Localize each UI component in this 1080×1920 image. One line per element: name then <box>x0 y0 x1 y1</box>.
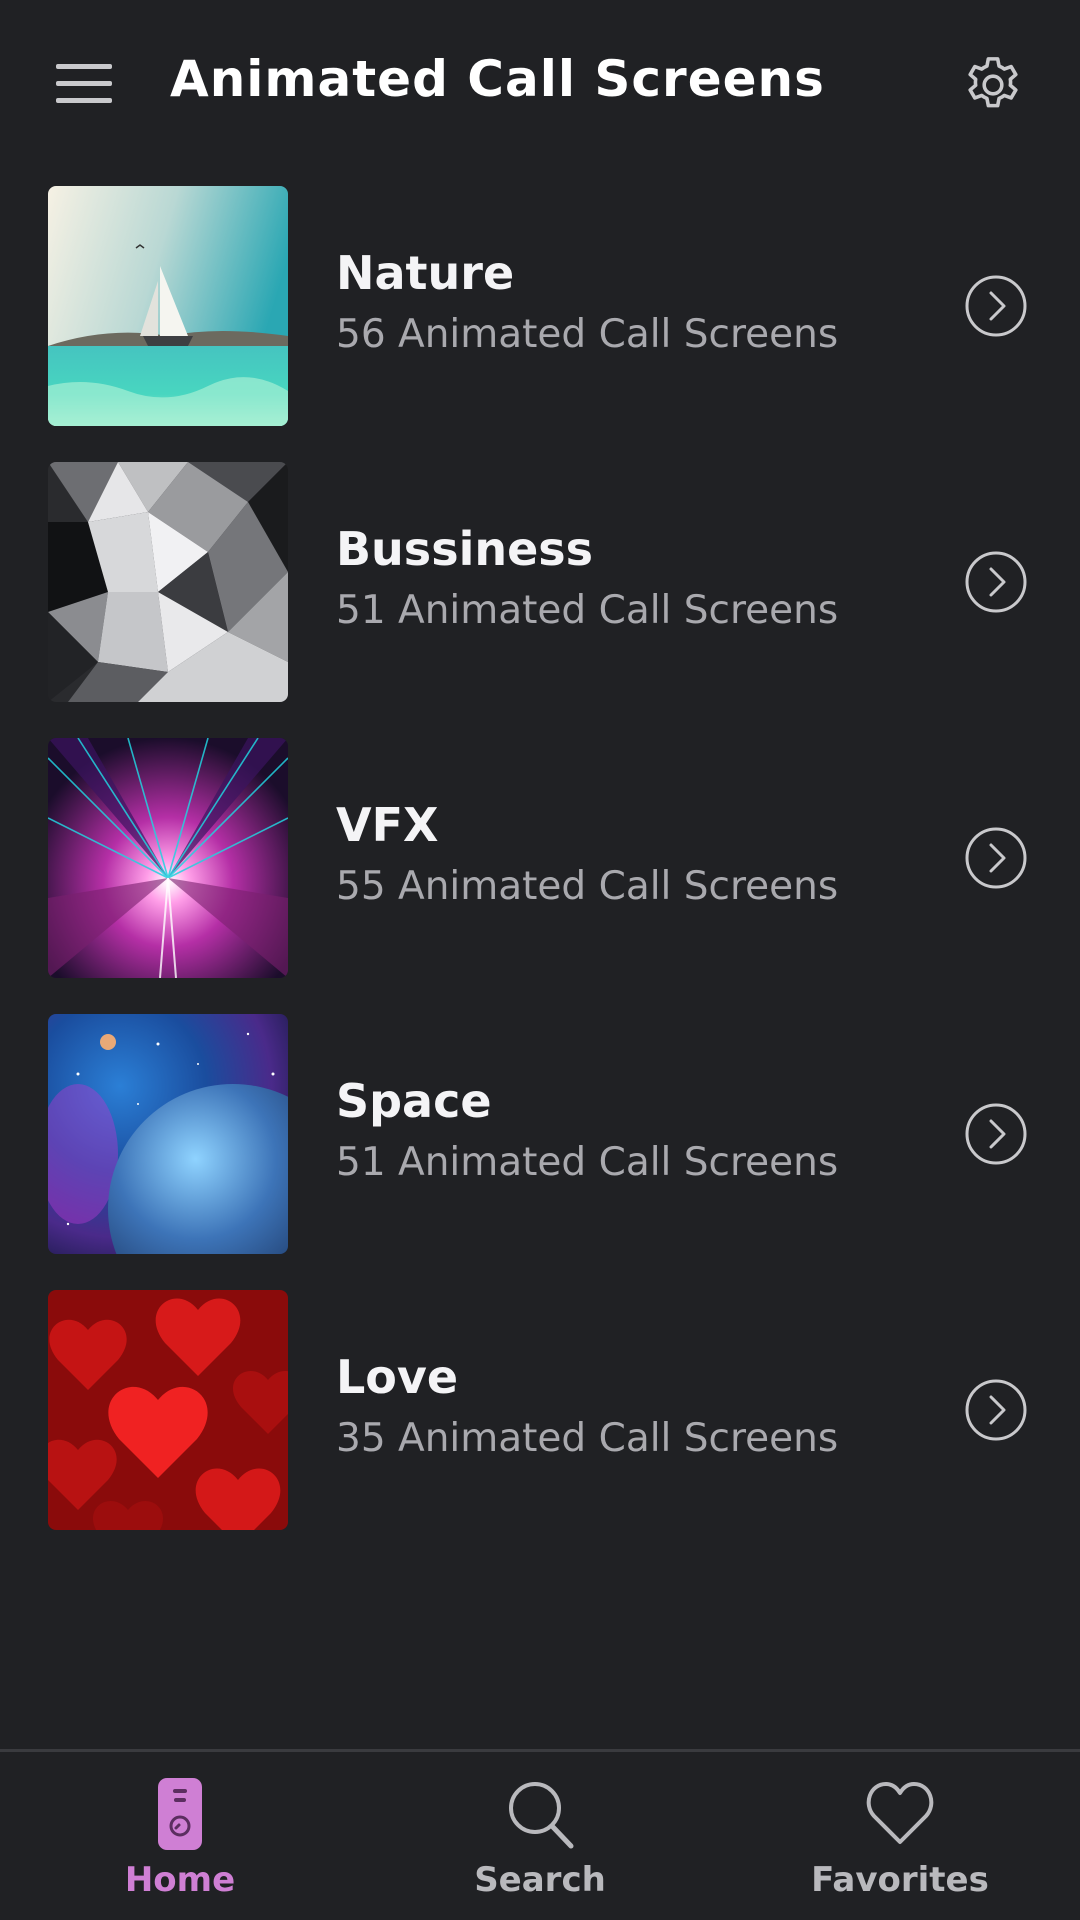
vfx-thumbnail <box>48 738 288 978</box>
category-title: Nature <box>336 246 515 300</box>
category-count: 55 Animated Call Screens <box>336 864 839 909</box>
bussiness-thumbnail <box>48 462 288 702</box>
category-title: Bussiness <box>336 522 594 576</box>
nav-item-home[interactable]: Home <box>50 1752 310 1920</box>
gear-icon[interactable] <box>960 52 1026 118</box>
category-count: 51 Animated Call Screens <box>336 588 839 633</box>
app-header: Animated Call Screens <box>0 0 1080 168</box>
nav-item-search[interactable]: Search <box>410 1752 670 1920</box>
space-thumbnail <box>48 1014 288 1254</box>
love-thumbnail <box>48 1290 288 1530</box>
category-title: VFX <box>336 798 439 852</box>
chevron-right-circle-icon[interactable] <box>964 1378 1028 1442</box>
category-item-love[interactable]: Love 35 Animated Call Screens <box>0 1290 1080 1532</box>
category-item-space[interactable]: Space 51 Animated Call Screens <box>0 1014 1080 1256</box>
nature-thumbnail <box>48 186 288 426</box>
nav-label-search: Search <box>474 1860 606 1900</box>
nav-item-favorites[interactable]: Favorites <box>770 1752 1030 1920</box>
bottom-navigation: Home Search Favorites <box>0 1749 1080 1920</box>
nav-label-home: Home <box>124 1860 236 1900</box>
app-screen: Animated Call Screens Nature 56 Animated… <box>0 0 1080 1920</box>
category-count: 35 Animated Call Screens <box>336 1416 839 1461</box>
chevron-right-circle-icon[interactable] <box>964 274 1028 338</box>
category-count: 51 Animated Call Screens <box>336 1140 839 1185</box>
category-item-vfx[interactable]: VFX 55 Animated Call Screens <box>0 738 1080 980</box>
chevron-right-circle-icon[interactable] <box>964 826 1028 890</box>
nav-label-favorites: Favorites <box>811 1860 989 1900</box>
heart-icon <box>865 1776 935 1852</box>
chevron-right-circle-icon[interactable] <box>964 550 1028 614</box>
category-item-nature[interactable]: Nature 56 Animated Call Screens <box>0 186 1080 428</box>
category-count: 56 Animated Call Screens <box>336 312 839 357</box>
phone-device-icon <box>145 1776 215 1852</box>
chevron-right-circle-icon[interactable] <box>964 1102 1028 1166</box>
page-title: Animated Call Screens <box>170 50 825 108</box>
category-item-bussiness[interactable]: Bussiness 51 Animated Call Screens <box>0 462 1080 704</box>
category-title: Love <box>336 1350 459 1404</box>
hamburger-menu-icon[interactable] <box>44 56 124 112</box>
search-icon <box>505 1776 575 1852</box>
category-title: Space <box>336 1074 492 1128</box>
